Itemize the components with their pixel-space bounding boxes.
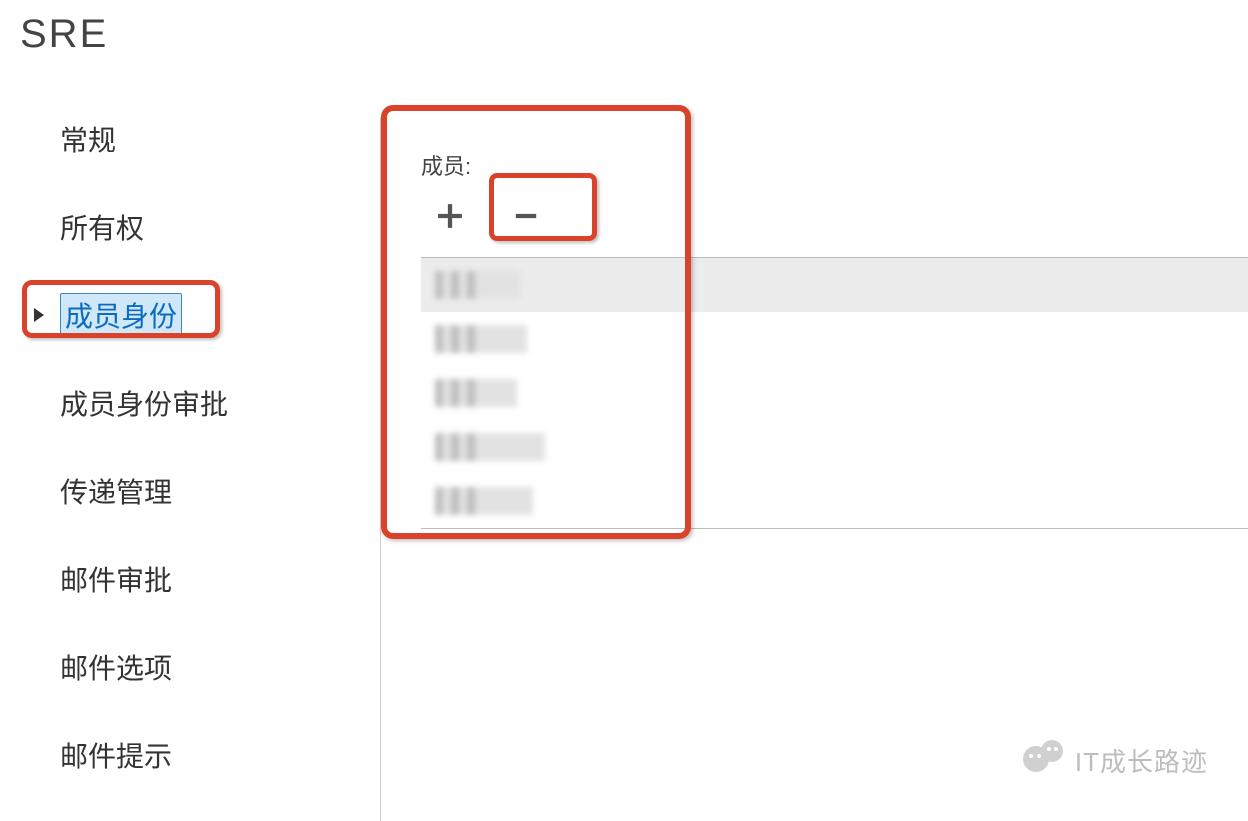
nav-label: 成员身份审批 (60, 383, 228, 423)
remove-member-button[interactable] (497, 189, 555, 247)
redacted-text (435, 487, 533, 515)
member-row[interactable] (421, 420, 1248, 474)
sidebar: 常规 所有权 成员身份 成员身份审批 传递管理 邮件审批 邮件选项 邮件提示 (0, 117, 380, 821)
nav-label: 所有权 (60, 207, 144, 247)
nav-item-membership[interactable]: 成员身份 (20, 293, 380, 337)
member-row[interactable] (421, 366, 1248, 420)
member-list (421, 257, 1248, 529)
redacted-text (435, 433, 545, 461)
nav-label: 常规 (60, 119, 116, 159)
redacted-text (435, 325, 527, 353)
page-title: SRE (0, 0, 1248, 57)
nav-item-delivery-management[interactable]: 传递管理 (20, 469, 380, 513)
member-row[interactable] (421, 258, 1248, 312)
plus-icon (433, 199, 467, 238)
redacted-text (435, 271, 521, 299)
nav-item-ownership[interactable]: 所有权 (20, 205, 380, 249)
nav-item-email-options[interactable]: 邮件选项 (20, 645, 380, 689)
members-toolbar (421, 189, 1248, 247)
nav-item-general[interactable]: 常规 (20, 117, 380, 161)
nav-item-message-approval[interactable]: 邮件审批 (20, 557, 380, 601)
nav-item-mail-tip[interactable]: 邮件提示 (20, 733, 380, 777)
nav-label: 成员身份 (60, 293, 182, 337)
members-label: 成员: (421, 149, 1248, 181)
nav-label: 邮件选项 (60, 647, 172, 687)
add-member-button[interactable] (421, 189, 479, 247)
nav-label: 传递管理 (60, 471, 172, 511)
nav-label: 邮件提示 (60, 735, 172, 775)
wechat-icon (1023, 740, 1063, 780)
member-row[interactable] (421, 474, 1248, 528)
main-panel: 成员: (380, 117, 1248, 821)
nav-item-membership-approval[interactable]: 成员身份审批 (20, 381, 380, 425)
nav-label: 邮件审批 (60, 559, 172, 599)
minus-icon (509, 199, 543, 238)
watermark: IT成长路迹 (1023, 740, 1208, 780)
triangle-right-icon (34, 308, 44, 322)
redacted-text (435, 379, 517, 407)
watermark-text: IT成长路迹 (1075, 742, 1208, 779)
member-row[interactable] (421, 312, 1248, 366)
